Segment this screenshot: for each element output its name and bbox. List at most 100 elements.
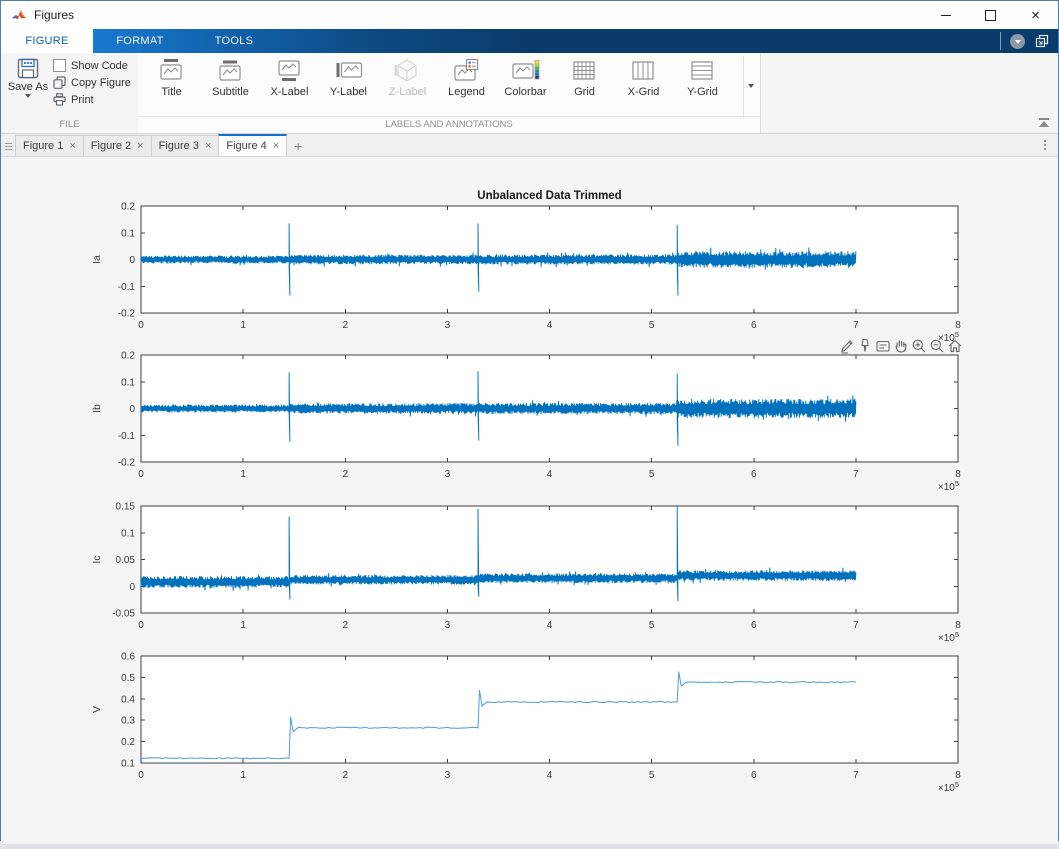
x-tick-label: 7	[853, 770, 859, 781]
gallery-item-y-grid[interactable]: Y-Grid	[673, 56, 732, 98]
x-tick-label: 5	[649, 320, 655, 331]
y-tick-label: -0.1	[118, 282, 136, 293]
undock-icon	[1035, 34, 1049, 48]
export-button[interactable]	[839, 337, 855, 355]
y-tick-label: 0.15	[116, 502, 136, 513]
tabstrip-menu-button[interactable]	[1038, 137, 1052, 153]
subplot-ia[interactable]: 012345678-0.2-0.100.10.2×105IaUnbalanced…	[91, 190, 961, 344]
x-tick-label: 1	[240, 320, 246, 331]
close-tab-icon[interactable]: ×	[137, 141, 143, 152]
new-figure-tab-button[interactable]: +	[286, 135, 310, 156]
x-tick-label: 1	[240, 620, 246, 631]
subplots-svg[interactable]: 012345678-0.2-0.100.10.2×105IaUnbalanced…	[1, 157, 1059, 844]
gallery-item-grid[interactable]: Grid	[555, 56, 614, 98]
gallery-item-x-label[interactable]: X-Label	[260, 56, 319, 98]
export-icon	[839, 338, 855, 354]
collapse-ribbon-button[interactable]	[1038, 118, 1050, 127]
tabstrip-drag-handle[interactable]	[1, 138, 15, 154]
gallery-item-colorbar[interactable]: Colorbar	[496, 56, 555, 98]
y-tick-label: 0.2	[121, 351, 135, 362]
x-tick-label: 0	[138, 469, 144, 480]
print-button[interactable]: Print	[53, 93, 131, 106]
x-tick-label: 4	[547, 620, 553, 631]
zoom-out-button[interactable]	[929, 337, 945, 355]
z-label-icon	[394, 58, 422, 84]
y-tick-label: 0.1	[121, 528, 135, 539]
x-tick-label: 3	[445, 770, 451, 781]
ribbon-tab-figure[interactable]: FIGURE	[1, 29, 93, 53]
y-tick-label: -0.05	[112, 609, 135, 620]
x-tick-label: 7	[853, 320, 859, 331]
ribbon-options-button[interactable]	[1010, 34, 1025, 49]
datatip-button[interactable]	[875, 337, 891, 355]
y-axis-label: Ic	[91, 555, 103, 563]
gallery-item-title[interactable]: Title	[142, 56, 201, 98]
copy-figure-label: Copy Figure	[71, 77, 131, 89]
x-tick-label: 1	[240, 770, 246, 781]
figure-tab-label: Figure 4	[226, 140, 266, 152]
close-button[interactable]: ×	[1013, 1, 1058, 29]
undock-button[interactable]	[1034, 32, 1050, 50]
chevron-down-icon	[1015, 40, 1021, 44]
close-tab-icon[interactable]: ×	[205, 141, 211, 152]
restore-view-icon	[947, 338, 963, 354]
y-axis-label: V	[91, 706, 103, 713]
datatip-icon	[875, 338, 891, 354]
x-exponent-label: ×105	[938, 479, 959, 493]
gallery-item-label: Y-Grid	[687, 86, 718, 98]
gallery-item-label: Title	[161, 86, 181, 98]
print-label: Print	[71, 94, 94, 106]
figure-tab-figure-3[interactable]: Figure 3×	[151, 135, 220, 156]
subtitle-icon	[217, 58, 245, 84]
show-code-checkbox[interactable]: Show Code	[53, 59, 131, 72]
gallery-item-label: Grid	[574, 86, 595, 98]
figure-tab-label: Figure 1	[23, 140, 63, 152]
x-tick-label: 3	[445, 320, 451, 331]
x-tick-label: 4	[547, 469, 553, 480]
x-tick-label: 0	[138, 770, 144, 781]
close-tab-icon[interactable]: ×	[273, 141, 279, 152]
figure-tab-figure-2[interactable]: Figure 2×	[83, 135, 152, 156]
x-tick-label: 7	[853, 469, 859, 480]
y-tick-label: 0.1	[121, 759, 135, 770]
figures-window: Figures × FIGURE FORMAT TOOLS	[0, 0, 1059, 841]
y-tick-label: -0.2	[118, 458, 136, 469]
ribbon-tab-tools[interactable]: TOOLS	[187, 29, 281, 53]
save-as-button[interactable]: Save As	[7, 58, 49, 98]
plot-title: Unbalanced Data Trimmed	[477, 190, 621, 202]
pan-button[interactable]	[893, 337, 909, 355]
y-tick-label: 0	[129, 255, 135, 266]
gallery-item-label: Y-Label	[330, 86, 367, 98]
gallery-overflow-button[interactable]	[743, 56, 758, 116]
gallery-item-y-label[interactable]: Y-Label	[319, 56, 378, 98]
gallery-item-legend[interactable]: Legend	[437, 56, 496, 98]
minimize-button[interactable]	[923, 1, 968, 29]
x-tick-label: 6	[751, 320, 757, 331]
window-controls: ×	[923, 1, 1058, 29]
ribbon-tab-format[interactable]: FORMAT	[93, 29, 187, 53]
gallery-item-subtitle[interactable]: Subtitle	[201, 56, 260, 98]
window-title: Figures	[34, 8, 74, 22]
subplot-ib[interactable]: 012345678-0.2-0.100.10.2×105Ib	[91, 351, 961, 494]
x-tick-label: 4	[547, 320, 553, 331]
figure-tab-figure-1[interactable]: Figure 1 ×	[15, 135, 84, 156]
zoom-out-icon	[929, 338, 945, 354]
x-tick-label: 3	[445, 620, 451, 631]
maximize-button[interactable]	[968, 1, 1013, 29]
brush-button[interactable]	[857, 337, 873, 355]
y-tick-label: 0	[129, 404, 135, 415]
titlebar: Figures ×	[1, 1, 1058, 29]
copy-figure-button[interactable]: Copy Figure	[53, 76, 131, 89]
gallery-item-label: Legend	[448, 86, 485, 98]
subplot-ic[interactable]: 012345678-0.0500.050.10.15×105Ic	[91, 502, 961, 645]
grid-icon	[571, 58, 599, 84]
subplot-v[interactable]: 0123456780.10.20.30.40.50.6×105V	[91, 652, 961, 795]
zoom-in-button[interactable]	[911, 337, 927, 355]
show-code-label: Show Code	[71, 60, 128, 72]
y-axis-label: Ib	[91, 404, 103, 413]
figure-tab-figure-4[interactable]: Figure 4 ×	[218, 134, 287, 156]
close-tab-icon[interactable]: ×	[69, 141, 75, 152]
y-grid-icon	[689, 58, 717, 84]
restore-view-button[interactable]	[947, 337, 963, 355]
gallery-item-x-grid[interactable]: X-Grid	[614, 56, 673, 98]
